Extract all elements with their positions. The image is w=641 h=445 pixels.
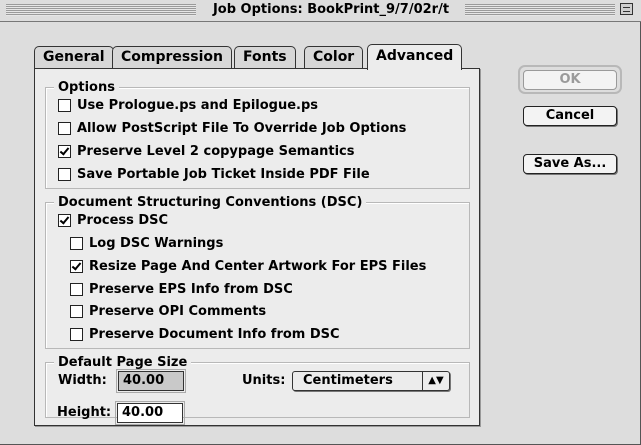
- checkbox-label: Preserve Document Info from DSC: [89, 326, 340, 342]
- collapse-box-icon[interactable]: [620, 3, 633, 15]
- option-preserve-level2-copypage[interactable]: Preserve Level 2 copypage Semantics: [58, 142, 355, 160]
- tab-fonts[interactable]: Fonts: [234, 46, 296, 68]
- option-preserve-opi-comments[interactable]: Preserve OPI Comments: [70, 302, 266, 320]
- checkbox-label: Preserve OPI Comments: [89, 303, 267, 319]
- options-group: Options Use Prologue.ps and Epilogue.ps …: [45, 80, 470, 189]
- checkbox[interactable]: [58, 144, 71, 158]
- checkbox-label: Use Prologue.ps and Epilogue.ps: [77, 97, 319, 113]
- window-title: Job Options: BookPrint_9/7/02r/t: [200, 2, 462, 17]
- checkbox[interactable]: [70, 259, 83, 273]
- width-field[interactable]: 40.00: [116, 369, 186, 393]
- width-label: Width:: [58, 373, 107, 388]
- units-select-value: Centimeters: [303, 373, 393, 388]
- checkbox[interactable]: [70, 327, 83, 341]
- save-as-button[interactable]: Save As...: [523, 154, 617, 174]
- checkbox[interactable]: [58, 121, 71, 135]
- tab-label: Fonts: [243, 49, 287, 65]
- dsc-group-title: Document Structuring Conventions (DSC): [54, 195, 367, 210]
- checkbox[interactable]: [58, 98, 71, 112]
- page-size-group-title: Default Page Size: [54, 355, 192, 370]
- checkbox[interactable]: [70, 236, 83, 250]
- tab-compression[interactable]: Compression: [112, 46, 232, 68]
- option-preserve-eps-info[interactable]: Preserve EPS Info from DSC: [70, 280, 293, 298]
- options-group-title: Options: [54, 80, 119, 95]
- title-bar-stripes: [6, 4, 196, 16]
- advanced-panel: Options Use Prologue.ps and Epilogue.ps …: [34, 68, 480, 426]
- dsc-group: Document Structuring Conventions (DSC) P…: [45, 195, 470, 349]
- title-bar[interactable]: Job Options: BookPrint_9/7/02r/t: [0, 0, 641, 22]
- option-preserve-document-info[interactable]: Preserve Document Info from DSC: [70, 325, 340, 343]
- checkbox-label: Save Portable Job Ticket Inside PDF File: [77, 166, 370, 182]
- units-label: Units:: [242, 373, 286, 388]
- checkbox[interactable]: [70, 282, 83, 296]
- tab-advanced[interactable]: Advanced: [367, 44, 463, 70]
- up-down-arrows-icon: ▲▼: [422, 372, 449, 390]
- checkbox-label: Process DSC: [77, 212, 169, 228]
- checkbox[interactable]: [58, 167, 71, 181]
- checkbox-label: Allow PostScript File To Override Job Op…: [77, 120, 407, 136]
- title-bar-stripes: [465, 4, 615, 16]
- checkbox-label: Preserve EPS Info from DSC: [89, 281, 293, 297]
- height-field[interactable]: 40.00: [115, 401, 185, 425]
- option-log-dsc-warnings[interactable]: Log DSC Warnings: [70, 234, 223, 252]
- tab-label: Advanced: [376, 48, 454, 64]
- cancel-button[interactable]: Cancel: [523, 106, 617, 126]
- tab-general[interactable]: General: [34, 46, 114, 68]
- checkbox[interactable]: [70, 304, 83, 318]
- option-use-prologue[interactable]: Use Prologue.ps and Epilogue.ps: [58, 96, 318, 114]
- tab-label: Color: [313, 49, 355, 65]
- tab-label: Compression: [121, 49, 223, 65]
- tab-color[interactable]: Color: [304, 46, 364, 68]
- option-allow-postscript-override[interactable]: Allow PostScript File To Override Job Op…: [58, 119, 406, 137]
- job-options-window: Job Options: BookPrint_9/7/02r/t General…: [0, 0, 641, 445]
- option-resize-page-eps[interactable]: Resize Page And Center Artwork For EPS F…: [70, 257, 426, 275]
- checkbox[interactable]: [58, 213, 71, 227]
- checkbox-label: Log DSC Warnings: [89, 235, 224, 251]
- option-process-dsc[interactable]: Process DSC: [58, 211, 168, 229]
- option-save-job-ticket[interactable]: Save Portable Job Ticket Inside PDF File: [58, 165, 370, 183]
- ok-button[interactable]: OK: [523, 70, 617, 90]
- checkbox-label: Preserve Level 2 copypage Semantics: [77, 143, 355, 159]
- checkbox-label: Resize Page And Center Artwork For EPS F…: [89, 258, 427, 274]
- height-label: Height:: [57, 405, 112, 420]
- units-select[interactable]: Centimeters ▲▼: [292, 371, 450, 391]
- tab-label: General: [43, 49, 105, 65]
